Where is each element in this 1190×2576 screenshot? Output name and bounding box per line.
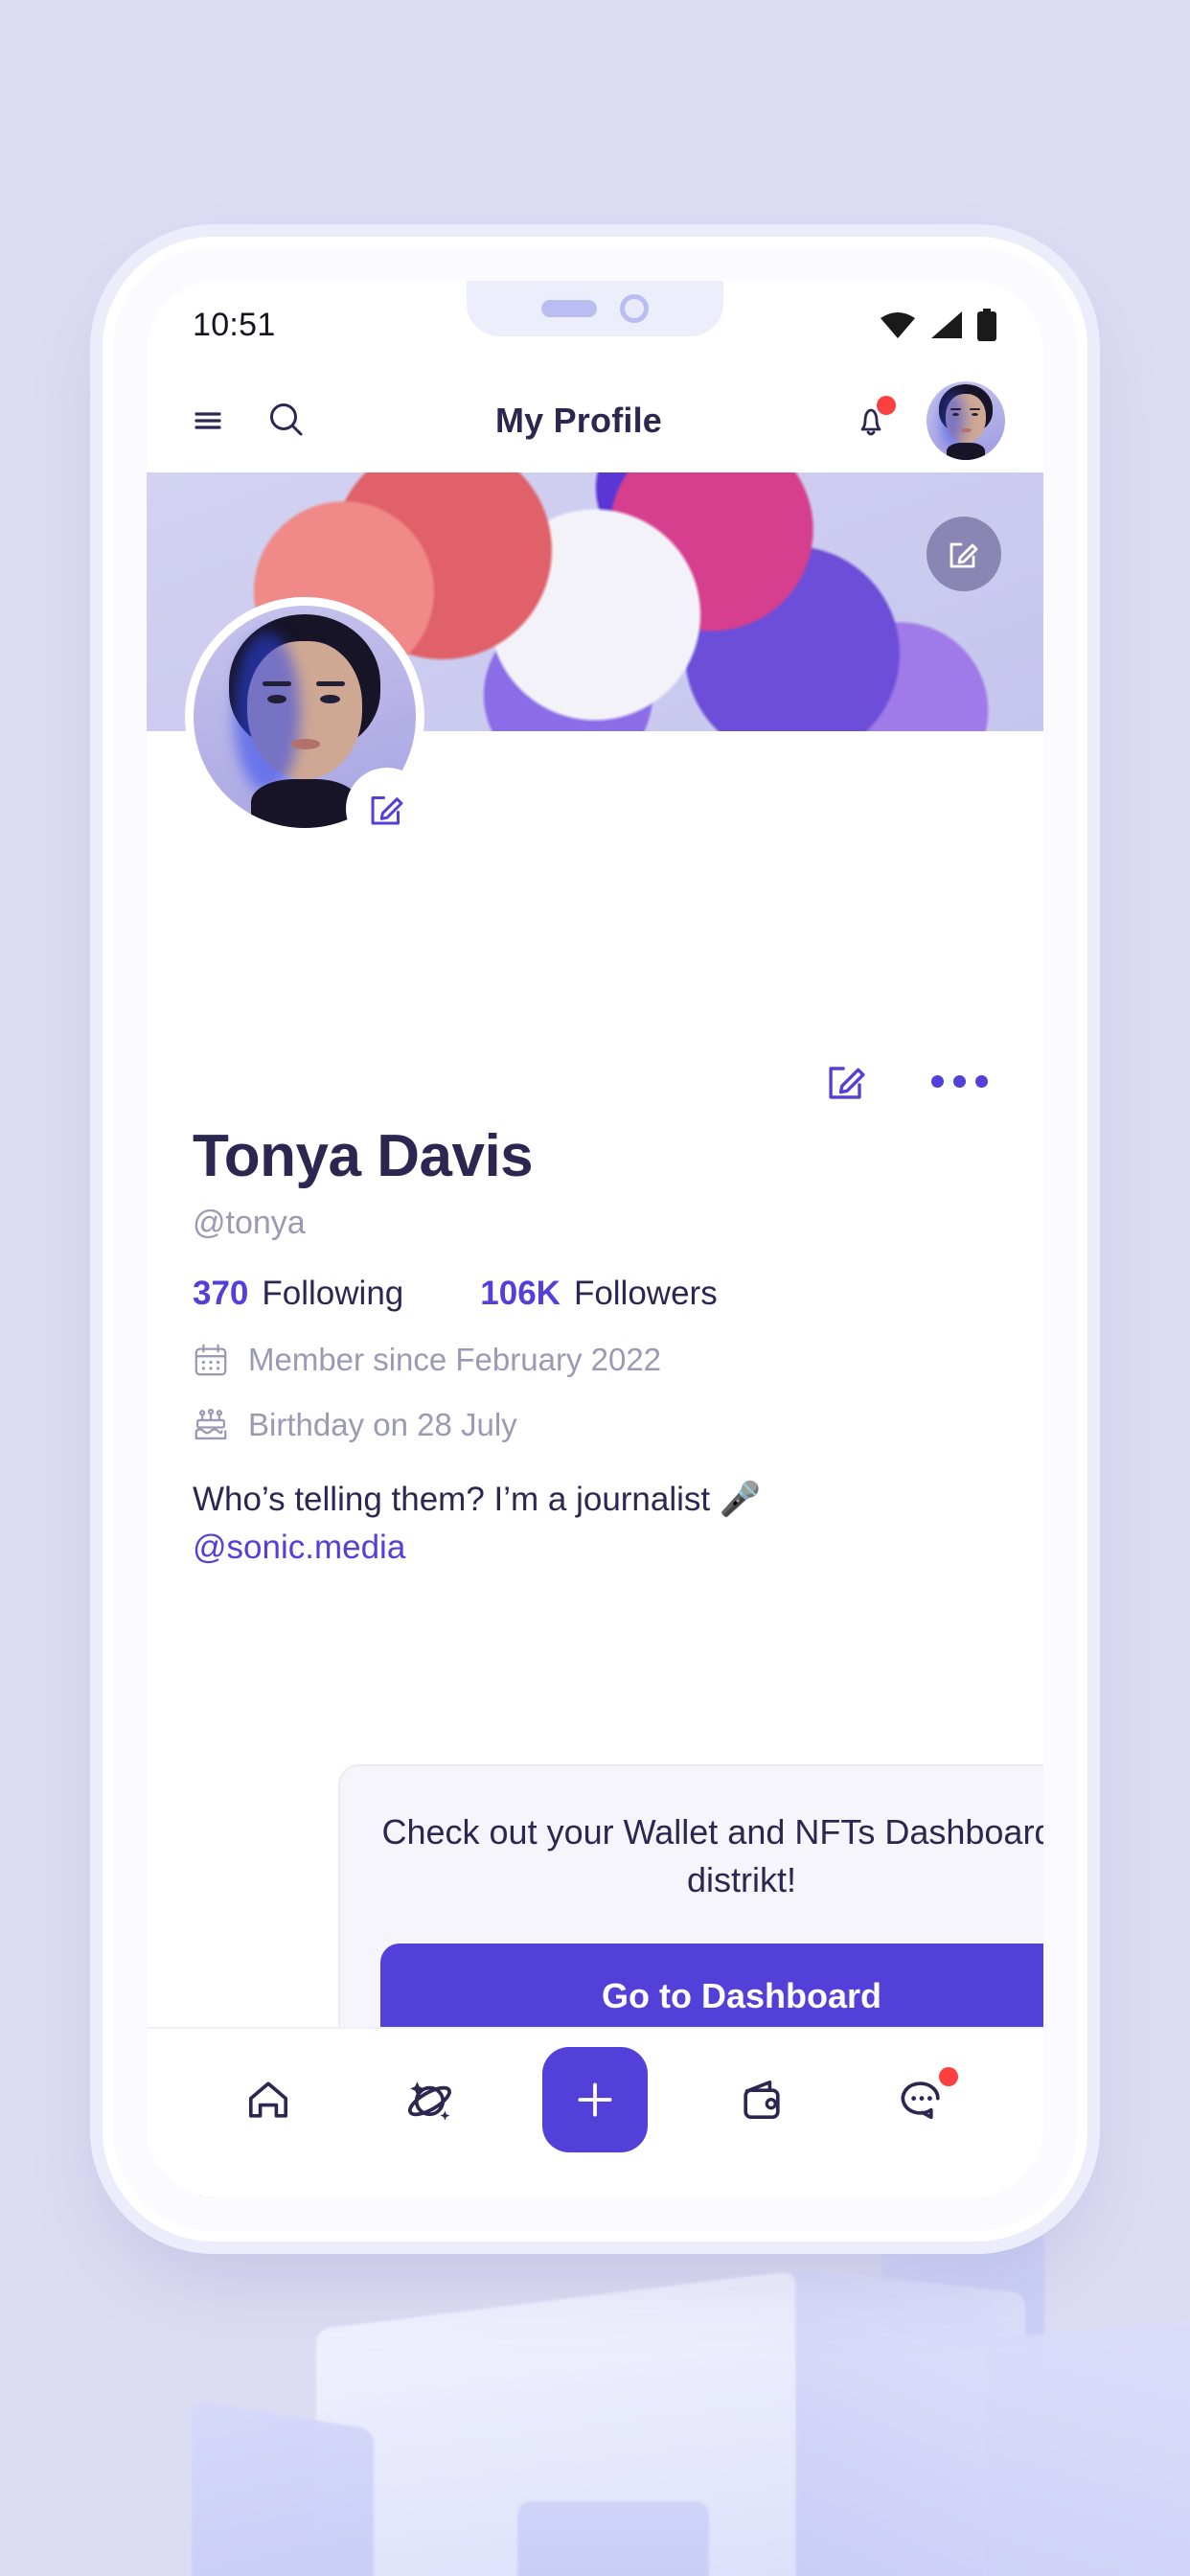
bell-icon[interactable] bbox=[848, 396, 896, 444]
notification-badge bbox=[877, 396, 896, 415]
home-icon bbox=[241, 2073, 295, 2127]
battery-icon bbox=[976, 309, 997, 341]
wallet-icon bbox=[735, 2073, 789, 2127]
nav-home[interactable] bbox=[222, 2054, 314, 2146]
edit-pencil-icon bbox=[945, 535, 983, 573]
message-badge bbox=[938, 2067, 958, 2086]
phone-notch bbox=[467, 281, 723, 336]
member-since-row: Member since February 2022 bbox=[193, 1342, 997, 1378]
profile-name: Tonya Davis bbox=[193, 1123, 534, 1189]
deco-cube bbox=[517, 2501, 709, 2576]
nav-wallet[interactable] bbox=[716, 2054, 808, 2146]
bottom-navigation bbox=[147, 2027, 1043, 2197]
profile-bio: Who’s telling them? I’m a journalist 🎤 @… bbox=[193, 1476, 997, 1571]
phone-frame: 10:51 My Profile Tonya Davis @tonya 370 … bbox=[113, 247, 1077, 2231]
app-header: My Profile bbox=[147, 369, 1043, 472]
page-title: My Profile bbox=[494, 401, 663, 440]
following-count: 370 bbox=[193, 1275, 249, 1313]
explore-planet-icon bbox=[400, 2072, 456, 2128]
profile-stats: 370 Following 106K Followers bbox=[193, 1275, 997, 1313]
member-since-text: Member since February 2022 bbox=[248, 1342, 662, 1378]
deco-cube bbox=[192, 2400, 374, 2576]
bio-link[interactable]: @sonic.media bbox=[193, 1529, 405, 1566]
phone-power-button bbox=[1075, 843, 1090, 997]
birthday-row: Birthday on 28 July bbox=[193, 1407, 997, 1443]
nav-explore[interactable] bbox=[382, 2054, 474, 2146]
stat-following[interactable]: 370 Following bbox=[193, 1275, 403, 1313]
create-post-button[interactable] bbox=[541, 2047, 648, 2152]
followers-label: Followers bbox=[573, 1275, 718, 1313]
profile-info: Tonya Davis @tonya 370 Following 106K Fo… bbox=[147, 1123, 1043, 1572]
wifi-icon bbox=[879, 310, 917, 339]
calendar-icon bbox=[193, 1342, 229, 1378]
more-options-icon[interactable] bbox=[931, 1074, 988, 1088]
followers-count: 106K bbox=[480, 1275, 561, 1313]
status-icons bbox=[879, 309, 997, 341]
avatar[interactable] bbox=[927, 381, 1005, 460]
edit-pencil-icon bbox=[365, 787, 409, 831]
cellular-signal-icon bbox=[930, 310, 963, 339]
profile-handle: @tonya bbox=[193, 1205, 306, 1242]
promo-message: Check out your Wallet and NFTs Dashboard… bbox=[381, 1812, 1043, 1899]
nav-messages[interactable] bbox=[876, 2054, 968, 2146]
deco-cube bbox=[316, 2270, 795, 2576]
deco-cube bbox=[987, 2318, 1190, 2576]
birthday-text: Birthday on 28 July bbox=[248, 1407, 517, 1443]
plus-icon bbox=[572, 2077, 618, 2123]
earpiece-speaker bbox=[541, 300, 597, 317]
edit-profile-button[interactable] bbox=[822, 1056, 872, 1106]
stat-followers[interactable]: 106K Followers bbox=[480, 1275, 717, 1313]
deco-cube bbox=[795, 2268, 1025, 2576]
phone-screen: 10:51 My Profile Tonya Davis @tonya 370 … bbox=[147, 281, 1043, 2197]
profile-actions bbox=[147, 1038, 1043, 1124]
avatar-face bbox=[927, 381, 1005, 460]
search-icon[interactable] bbox=[263, 398, 309, 444]
front-camera bbox=[620, 294, 649, 323]
following-label: Following bbox=[262, 1275, 404, 1313]
hamburger-menu-icon[interactable] bbox=[185, 398, 231, 444]
bio-text: Who’s telling them? I’m a journalist 🎤 bbox=[193, 1481, 762, 1519]
status-clock: 10:51 bbox=[193, 306, 276, 343]
birthday-cake-icon bbox=[193, 1407, 229, 1443]
cover-edit-button[interactable] bbox=[927, 517, 1001, 591]
avatar-edit-button[interactable] bbox=[346, 768, 428, 850]
